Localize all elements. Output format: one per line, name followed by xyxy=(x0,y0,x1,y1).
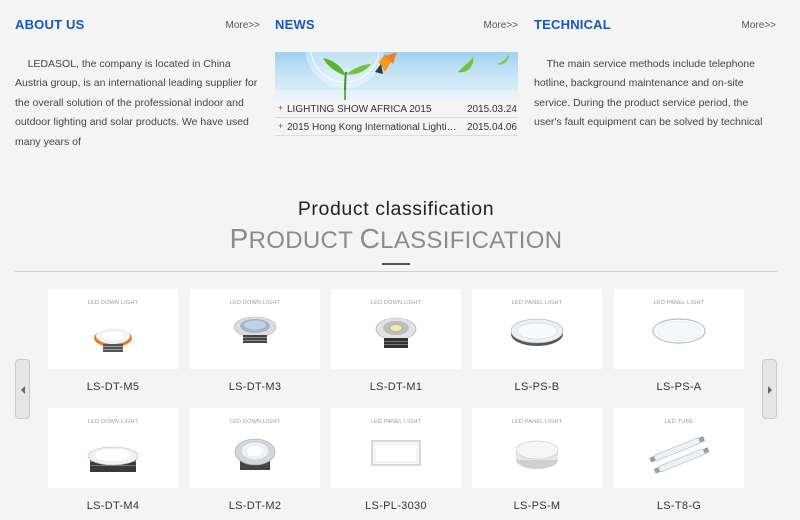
product-name[interactable]: LS-PS-B xyxy=(472,381,602,393)
downlight-wide-icon xyxy=(87,446,139,472)
product-card-ls-t8-g[interactable]: LED TUBE LS-T8-G xyxy=(614,408,744,512)
product-card-ls-ps-a[interactable]: LED PANEL LIGHT LS-PS-A xyxy=(614,289,744,393)
product-card-ls-dt-m1[interactable]: LED DOWN LIGHT LS-DT-M1 xyxy=(331,289,461,393)
technical-header: TECHNICAL More>> xyxy=(534,0,776,52)
about-section: ABOUT US More>> LEDASOL, the company is … xyxy=(15,0,260,152)
product-name[interactable]: LS-DT-M2 xyxy=(190,500,320,512)
news-item-date: 2015.03.24 xyxy=(466,104,517,115)
product-card-ls-ps-m[interactable]: LED PANEL LIGHT LS-PS-M xyxy=(472,408,602,512)
product-card-ls-pl-3030[interactable]: LED PANEL LIGHT LS-PL-3030 xyxy=(331,408,461,512)
product-subtitle: Product Classification xyxy=(229,223,563,254)
product-thumbnail[interactable]: LED DOWN LIGHT xyxy=(331,289,461,369)
product-thumbnail[interactable]: LED PANEL LIGHT xyxy=(472,408,602,488)
product-thumbnail[interactable]: LED PANEL LIGHT xyxy=(614,289,744,369)
product-name[interactable]: LS-T8-G xyxy=(614,500,744,512)
news-item[interactable]: + 2015 Hong Kong International Lighting … xyxy=(275,118,518,136)
product-thumbnail[interactable]: LED DOWN LIGHT xyxy=(190,408,320,488)
panel-round-thick-icon xyxy=(510,318,564,346)
product-name[interactable]: LS-DT-M4 xyxy=(48,500,178,512)
product-card-ls-dt-m4[interactable]: LED DOWN LIGHT LS-DT-M4 xyxy=(48,408,178,512)
news-more-link[interactable]: More>> xyxy=(484,20,518,31)
chevron-left-icon xyxy=(21,386,25,394)
news-item-date: 2015.04.06 xyxy=(466,122,517,133)
carousel-prev-button[interactable] xyxy=(15,359,30,419)
panel-surface-icon xyxy=(515,440,559,469)
technical-more-link[interactable]: More>> xyxy=(742,20,776,31)
technical-title: TECHNICAL xyxy=(534,17,611,32)
product-name[interactable]: LS-DT-M3 xyxy=(190,381,320,393)
product-thumbnail[interactable]: LED TUBE xyxy=(614,408,744,488)
product-name[interactable]: LS-PS-A xyxy=(614,381,744,393)
product-name[interactable]: LS-PL-3030 xyxy=(331,500,461,512)
product-thumbnail[interactable]: LED DOWN LIGHT xyxy=(190,289,320,369)
product-classification-heading: Product classification Product Classific… xyxy=(0,198,792,265)
product-name[interactable]: LS-DT-M5 xyxy=(48,381,178,393)
news-section: NEWS More>> + LIGHTING SHOW AFRICA 2015 … xyxy=(275,0,518,136)
panel-round-thin-icon xyxy=(652,318,706,344)
news-item[interactable]: + LIGHTING SHOW AFRICA 2015 2015.03.24 xyxy=(275,100,518,118)
about-header: ABOUT US More>> xyxy=(15,0,260,52)
about-more-link[interactable]: More>> xyxy=(226,20,260,31)
plant-butterfly-illustration xyxy=(275,52,518,100)
product-name[interactable]: LS-DT-M1 xyxy=(331,381,461,393)
product-card-ls-ps-b[interactable]: LED PANEL LIGHT LS-PS-B xyxy=(472,289,602,393)
news-header: NEWS More>> xyxy=(275,0,518,52)
section-divider xyxy=(15,271,777,272)
carousel-next-button[interactable] xyxy=(762,359,777,419)
news-list: + LIGHTING SHOW AFRICA 2015 2015.03.24 +… xyxy=(275,100,518,136)
downlight-chrome-icon xyxy=(234,438,276,470)
news-item-title[interactable]: LIGHTING SHOW AFRICA 2015 xyxy=(287,104,457,115)
title-divider xyxy=(382,263,410,265)
product-thumbnail[interactable]: LED DOWN LIGHT xyxy=(48,289,178,369)
product-card-ls-dt-m3[interactable]: LED DOWN LIGHT LS-DT-M3 xyxy=(190,289,320,393)
about-title: ABOUT US xyxy=(15,17,85,32)
news-bullet: + xyxy=(278,103,284,113)
news-bullet: + xyxy=(278,121,284,131)
product-thumbnail[interactable]: LED PANEL LIGHT xyxy=(331,408,461,488)
downlight-cob-icon xyxy=(375,317,417,348)
news-banner-image[interactable] xyxy=(275,52,518,100)
product-title: Product classification xyxy=(297,198,495,220)
about-text: LEDASOL, the company is located in China… xyxy=(15,58,258,148)
news-item-title[interactable]: 2015 Hong Kong International Lighting Fa… xyxy=(287,122,457,133)
product-thumbnail[interactable]: LED DOWN LIGHT xyxy=(48,408,178,488)
tube-icon xyxy=(649,436,710,474)
product-name[interactable]: LS-PS-M xyxy=(472,500,602,512)
product-thumbnail[interactable]: LED PANEL LIGHT xyxy=(472,289,602,369)
downlight-silver-icon xyxy=(233,316,277,343)
product-card-ls-dt-m2[interactable]: LED DOWN LIGHT LS-DT-M2 xyxy=(190,408,320,512)
technical-text: The main service methods include telepho… xyxy=(534,58,763,129)
chevron-right-icon xyxy=(768,386,772,394)
news-title: NEWS xyxy=(275,17,315,32)
downlight-orange-icon xyxy=(94,328,132,352)
panel-square-icon xyxy=(371,440,421,466)
product-card-ls-dt-m5[interactable]: LED DOWN LIGHT LS-DT-M5 xyxy=(48,289,178,393)
technical-section: TECHNICAL More>> The main service method… xyxy=(534,0,776,133)
